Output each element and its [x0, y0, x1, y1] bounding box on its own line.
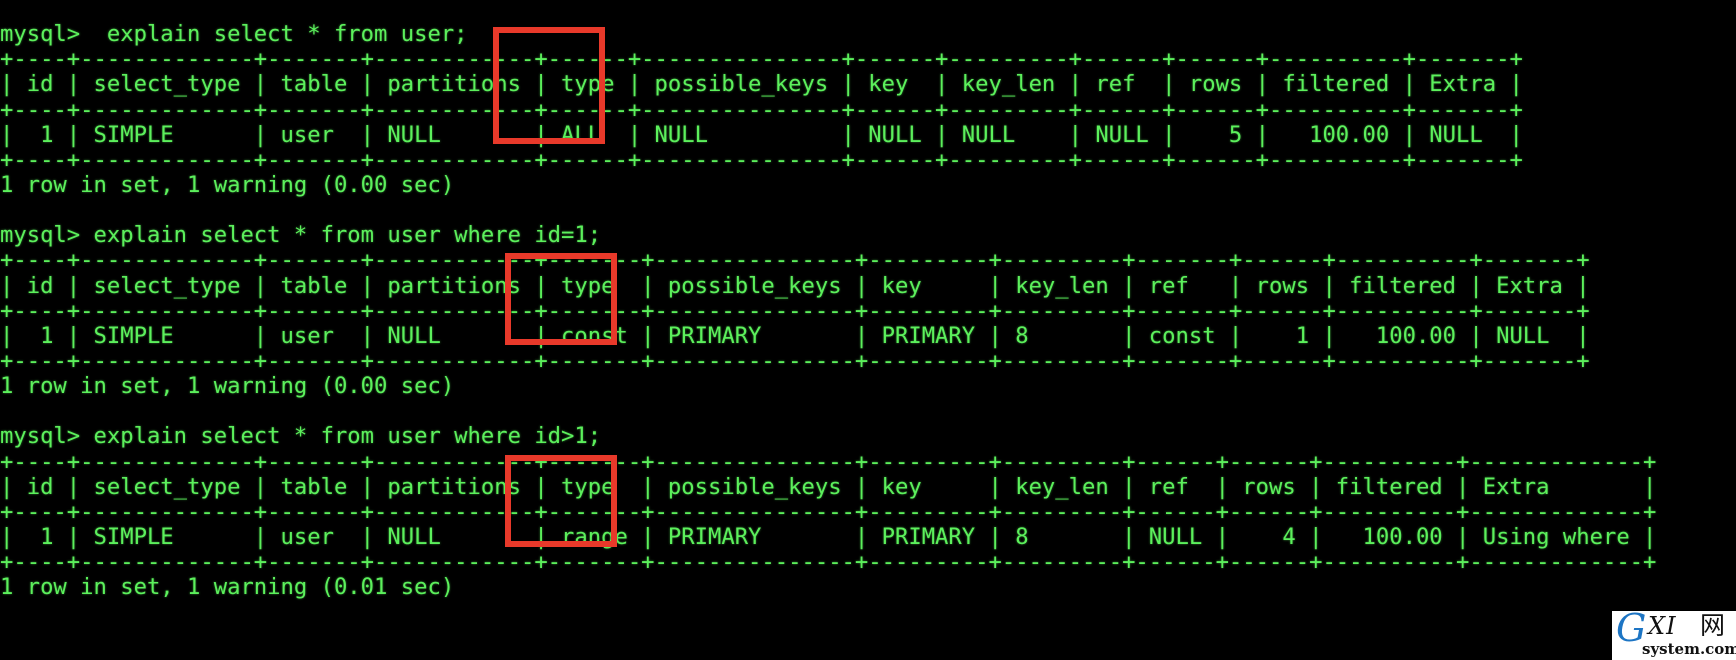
- watermark-domain: system.com: [1642, 640, 1736, 658]
- terminal-line: | 1 | SIMPLE | user | NULL | ALL | NULL …: [0, 121, 1523, 148]
- terminal-line: mysql> explain select * from user;: [0, 21, 468, 48]
- terminal-line: 1 row in set, 1 warning (0.01 sec): [0, 574, 455, 601]
- watermark-cjk-glyph: 网: [1700, 611, 1726, 640]
- terminal-line: +----+-------------+-------+------------…: [0, 146, 1523, 173]
- terminal-line: +----+-------------+-------+------------…: [0, 549, 1657, 576]
- terminal-line: | id | select_type | table | partitions …: [0, 272, 1590, 299]
- terminal-line: | id | select_type | table | partitions …: [0, 71, 1523, 98]
- terminal-line: +----+-------------+-------+------------…: [0, 498, 1657, 525]
- terminal-line: | id | select_type | table | partitions …: [0, 473, 1657, 500]
- watermark-letters-xi: XI: [1648, 612, 1677, 640]
- terminal-line: 1 row in set, 1 warning (0.00 sec): [0, 373, 455, 400]
- terminal-line: | 1 | SIMPLE | user | NULL | range | PRI…: [0, 524, 1657, 550]
- terminal-window[interactable]: mysql> explain select * from user; +----+…: [0, 0, 1736, 660]
- terminal-output: mysql> explain select * from user; +----+…: [0, 22, 1656, 600]
- terminal-line: 1 row in set, 1 warning (0.00 sec): [0, 172, 455, 199]
- terminal-line: +----+-------------+-------+------------…: [0, 46, 1523, 73]
- watermark-logo: G XI 网 system.com: [1612, 611, 1736, 660]
- terminal-line: +----+-------------+-------+------------…: [0, 96, 1523, 123]
- terminal-line: +----+-------------+-------+------------…: [0, 448, 1657, 475]
- terminal-line: mysql> explain select * from user where …: [0, 222, 602, 249]
- terminal-line: mysql> explain select * from user where …: [0, 423, 602, 450]
- terminal-line: | 1 | SIMPLE | user | NULL | const | PRI…: [0, 322, 1590, 349]
- terminal-line: +----+-------------+-------+------------…: [0, 297, 1590, 324]
- terminal-line: +----+-------------+-------+------------…: [0, 247, 1590, 274]
- terminal-line: +----+-------------+-------+------------…: [0, 348, 1590, 375]
